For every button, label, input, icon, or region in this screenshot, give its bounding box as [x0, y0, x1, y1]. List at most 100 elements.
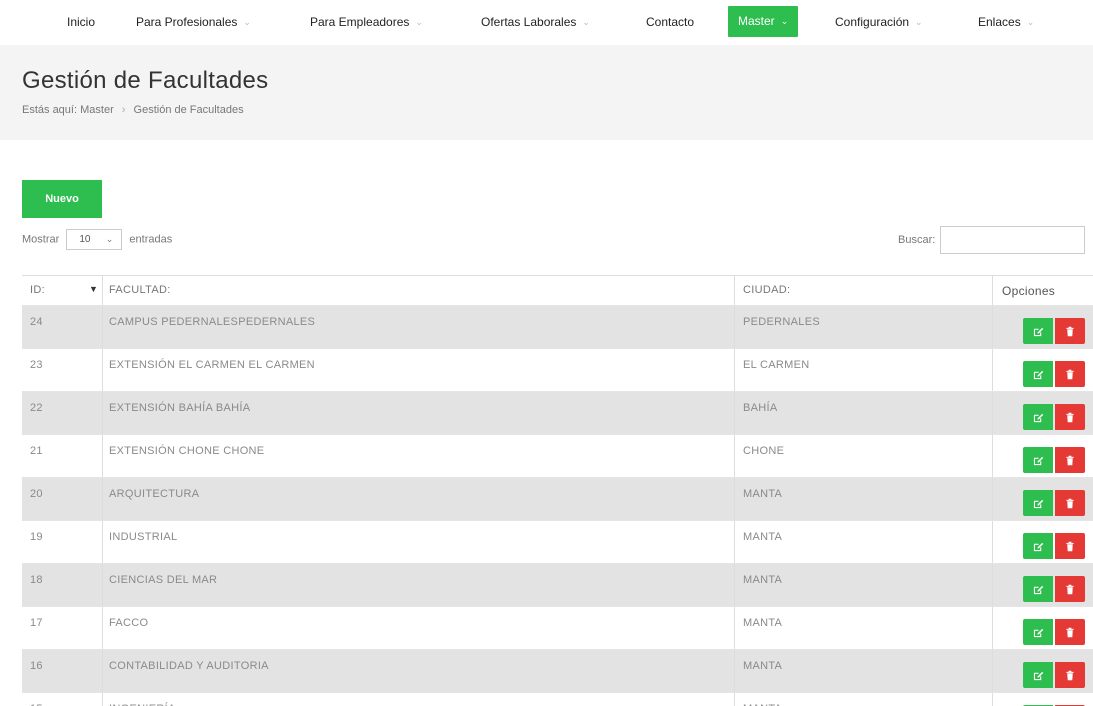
search-label: Buscar: — [898, 233, 936, 246]
column-header-label: FACULTAD: — [109, 284, 171, 296]
cell-opciones — [993, 392, 1093, 434]
edit-button[interactable] — [1023, 447, 1053, 473]
cell-facultad: CAMPUS PEDERNALESPEDERNALES — [103, 306, 735, 348]
chevron-down-icon: ⌄ — [582, 17, 590, 27]
edit-icon — [1033, 327, 1043, 336]
delete-button[interactable] — [1055, 576, 1085, 602]
edit-button[interactable] — [1023, 619, 1053, 645]
cell-ciudad: MANTA — [735, 650, 993, 692]
page-length-select[interactable]: 10 ⌄ — [66, 229, 123, 250]
delete-button[interactable] — [1055, 619, 1085, 645]
trash-icon — [1066, 627, 1074, 637]
delete-button[interactable] — [1055, 490, 1085, 516]
page-length-value: 10 — [79, 234, 91, 245]
edit-button[interactable] — [1023, 662, 1053, 688]
nav-item-enlaces[interactable]: Enlaces ⌄ — [978, 11, 1034, 33]
table-row: 22 EXTENSIÓN BAHÍA BAHÍA BAHÍA — [22, 391, 1093, 434]
search-control: Buscar: — [898, 226, 1086, 254]
cell-id: 19 — [22, 521, 103, 563]
cell-opciones — [993, 693, 1093, 706]
table-row: 20 ARQUITECTURA MANTA — [22, 477, 1093, 520]
cell-ciudad: BAHÍA — [735, 392, 993, 434]
column-header-id[interactable]: ID: ▼ — [22, 276, 103, 305]
cell-facultad: EXTENSIÓN CHONE CHONE — [103, 435, 735, 477]
edit-icon — [1033, 413, 1043, 422]
chevron-down-icon: ⌄ — [780, 16, 789, 26]
breadcrumb-item-master[interactable]: Master — [80, 104, 114, 116]
edit-icon — [1033, 370, 1043, 379]
trash-icon — [1066, 369, 1074, 379]
chevron-down-icon: ⌄ — [415, 17, 423, 27]
cell-opciones — [993, 349, 1093, 391]
cell-facultad: EXTENSIÓN EL CARMEN EL CARMEN — [103, 349, 735, 391]
chevron-down-icon: ⌄ — [105, 234, 114, 244]
column-header-ciudad[interactable]: CIUDAD: — [735, 276, 993, 305]
table-row: 16 CONTABILIDAD Y AUDITORIA MANTA — [22, 649, 1093, 692]
sort-desc-icon: ▼ — [89, 284, 99, 294]
delete-button[interactable] — [1055, 662, 1085, 688]
edit-button[interactable] — [1023, 404, 1053, 430]
page-title: Gestión de Facultades — [22, 67, 269, 94]
cell-id: 21 — [22, 435, 103, 477]
cell-id: 24 — [22, 306, 103, 348]
edit-button[interactable] — [1023, 533, 1053, 559]
cell-facultad: EXTENSIÓN BAHÍA BAHÍA — [103, 392, 735, 434]
delete-button[interactable] — [1055, 361, 1085, 387]
nav-item-para-profesionales[interactable]: Para Profesionales ⌄ — [136, 11, 251, 33]
cell-facultad: FACCO — [103, 607, 735, 649]
cell-ciudad: PEDERNALES — [735, 306, 993, 348]
delete-button[interactable] — [1055, 404, 1085, 430]
cell-ciudad: CHONE — [735, 435, 993, 477]
cell-id: 22 — [22, 392, 103, 434]
breadcrumb-item-current: Gestión de Facultades — [133, 104, 244, 116]
trash-icon — [1066, 412, 1074, 422]
cell-ciudad: EL CARMEN — [735, 349, 993, 391]
nav-item-label: Ofertas Laborales — [481, 15, 577, 29]
edit-button[interactable] — [1023, 318, 1053, 344]
cell-id: 17 — [22, 607, 103, 649]
nav-item-contacto[interactable]: Contacto — [646, 11, 694, 33]
cell-opciones — [993, 435, 1093, 477]
nav-item-label: Enlaces — [978, 15, 1021, 29]
table-row: 24 CAMPUS PEDERNALESPEDERNALES PEDERNALE… — [22, 305, 1093, 348]
column-header-label: CIUDAD: — [743, 284, 791, 296]
cell-id: 15 — [22, 693, 103, 706]
delete-button[interactable] — [1055, 318, 1085, 344]
nav-item-configuracion[interactable]: Configuración ⌄ — [835, 11, 923, 33]
cell-id: 16 — [22, 650, 103, 692]
breadcrumb-prefix: Estás aquí: — [22, 104, 78, 116]
chevron-down-icon: ⌄ — [1026, 17, 1035, 27]
cell-ciudad: MANTA — [735, 478, 993, 520]
search-input[interactable] — [940, 226, 1086, 254]
breadcrumb: Estás aquí: Master › Gestión de Facultad… — [22, 104, 244, 116]
new-button[interactable]: Nuevo — [22, 180, 102, 218]
cell-opciones — [993, 521, 1093, 563]
cell-ciudad: MANTA — [735, 607, 993, 649]
table-row: 15 INGENIERÍA MANTA — [22, 692, 1093, 706]
edit-icon — [1033, 671, 1043, 680]
cell-opciones — [993, 306, 1093, 348]
edit-button[interactable] — [1023, 361, 1053, 387]
nav-item-label: Master — [738, 14, 775, 28]
cell-id: 18 — [22, 564, 103, 606]
cell-facultad: CONTABILIDAD Y AUDITORIA — [103, 650, 735, 692]
nav-item-para-empleadores[interactable]: Para Empleadores ⌄ — [310, 11, 423, 33]
page-header: Gestión de Facultades Estás aquí: Master… — [0, 45, 1093, 140]
edit-icon — [1033, 499, 1043, 508]
column-header-opciones: Opciones — [993, 276, 1093, 305]
table-body: 24 CAMPUS PEDERNALESPEDERNALES PEDERNALE… — [22, 305, 1093, 706]
nav-item-master[interactable]: Master ⌄ — [728, 6, 799, 37]
edit-button[interactable] — [1023, 490, 1053, 516]
delete-button[interactable] — [1055, 447, 1085, 473]
edit-button[interactable] — [1023, 576, 1053, 602]
nav-item-ofertas-laborales[interactable]: Ofertas Laborales ⌄ — [481, 11, 590, 33]
nav-item-inicio[interactable]: Inicio — [67, 11, 95, 33]
column-header-facultad[interactable]: FACULTAD: — [103, 276, 735, 305]
breadcrumb-separator-icon: › — [121, 104, 126, 116]
chevron-down-icon: ⌄ — [915, 17, 923, 27]
cell-ciudad: MANTA — [735, 693, 993, 706]
delete-button[interactable] — [1055, 533, 1085, 559]
trash-icon — [1066, 670, 1074, 680]
cell-facultad: ARQUITECTURA — [103, 478, 735, 520]
trash-icon — [1066, 541, 1074, 551]
